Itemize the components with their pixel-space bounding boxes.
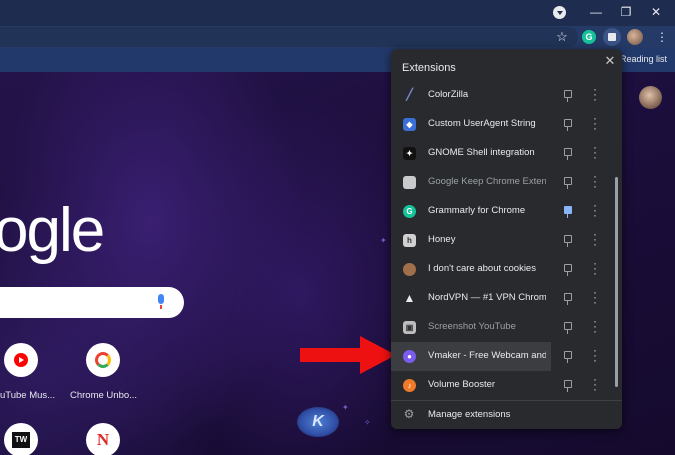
gnome-icon: ✦ xyxy=(403,147,416,160)
extension-item-vmaker[interactable]: ● Vmaker - Free Webcam and... xyxy=(391,342,551,371)
tw-icon: TW xyxy=(12,432,30,448)
decorative-star: ✧ xyxy=(364,418,371,427)
pin-icon[interactable] xyxy=(562,147,572,160)
pin-icon[interactable] xyxy=(562,350,572,363)
pin-icon[interactable] xyxy=(562,176,572,189)
extension-item-colorzilla[interactable]: ╱ ColorZilla · · · xyxy=(391,81,613,110)
red-arrow-annotation xyxy=(300,336,396,374)
decorative-star: ✦ xyxy=(380,236,387,245)
nordvpn-icon: ▲ xyxy=(403,291,416,305)
manage-extensions-button[interactable]: ⚙ Manage extensions xyxy=(391,401,622,429)
extension-item-google-keep[interactable]: Google Keep Chrome Exten... · · · xyxy=(391,168,613,197)
extension-name: I don't care about cookies xyxy=(428,263,536,274)
address-bar[interactable] xyxy=(0,27,578,47)
more-options-icon[interactable]: · · · xyxy=(591,257,599,279)
pin-icon[interactable] xyxy=(562,292,572,305)
extension-name: ColorZilla xyxy=(428,89,469,100)
extension-name: Screenshot YouTube xyxy=(428,321,516,332)
more-options-icon[interactable]: · · · xyxy=(591,83,599,105)
pin-icon[interactable] xyxy=(562,205,572,218)
screenshot-icon: ▣ xyxy=(403,321,416,334)
extension-name: GNOME Shell integration xyxy=(428,147,535,158)
extension-name: NordVPN — #1 VPN Chrom... xyxy=(428,292,546,303)
reading-list-button[interactable]: Reading list xyxy=(620,54,667,64)
google-keep-icon xyxy=(403,176,416,189)
shortcut-news[interactable]: N xyxy=(86,423,120,455)
google-logo: ogle xyxy=(0,196,105,265)
pin-icon[interactable] xyxy=(562,321,572,334)
extension-item-grammarly[interactable]: G Grammarly for Chrome · · · xyxy=(391,197,613,226)
extension-name: Honey xyxy=(428,234,456,245)
scrollbar[interactable] xyxy=(615,177,618,387)
extension-item-vmaker-actions: · · · xyxy=(551,342,613,371)
pin-icon[interactable] xyxy=(562,234,572,247)
restore-button[interactable]: ❐ xyxy=(610,0,642,24)
wallpaper-emblem: K xyxy=(297,407,339,437)
chrome-icon xyxy=(95,352,111,368)
extension-item-nordvpn[interactable]: ▲ NordVPN — #1 VPN Chrom... · · · xyxy=(391,284,613,313)
grammarly-icon: G xyxy=(403,205,416,218)
extension-name: Grammarly for Chrome xyxy=(428,205,526,216)
extensions-title: Extensions xyxy=(402,62,456,74)
extensions-puzzle-icon[interactable] xyxy=(603,28,621,46)
extension-item-cookies[interactable]: I don't care about cookies · · · xyxy=(391,255,613,284)
shortcut-youtube-music[interactable] xyxy=(4,343,38,377)
extensions-popup: Extensions ✕ ╱ ColorZilla · · · ◆ Custom U… xyxy=(391,49,622,429)
honey-icon: h xyxy=(403,234,416,247)
volume-booster-icon: ♪ xyxy=(403,379,416,392)
more-options-icon[interactable]: · · · xyxy=(591,373,599,395)
more-options-icon[interactable]: · · · xyxy=(591,228,599,250)
extension-name: Custom UserAgent String xyxy=(428,118,536,129)
shortcut-tw[interactable]: TW xyxy=(4,423,38,455)
ntp-profile-avatar[interactable] xyxy=(639,86,662,109)
extension-item-gnome-shell[interactable]: ✦ GNOME Shell integration · · · xyxy=(391,139,613,168)
close-icon[interactable]: ✕ xyxy=(603,53,617,69)
grammarly-toolbar-icon[interactable]: G xyxy=(582,30,596,44)
extension-item-honey[interactable]: h Honey · · · xyxy=(391,226,613,255)
youtube-music-icon xyxy=(14,353,28,367)
voice-search-mic-icon[interactable] xyxy=(157,294,165,310)
colorzilla-icon: ╱ xyxy=(406,89,413,101)
decorative-star: ✦ xyxy=(342,403,349,412)
vmaker-icon: ● xyxy=(403,350,416,363)
pin-icon[interactable] xyxy=(562,89,572,102)
more-options-icon[interactable]: · · · xyxy=(591,170,599,192)
minimize-button[interactable]: — xyxy=(580,0,612,24)
extension-name: Volume Booster xyxy=(428,379,496,390)
news-icon: N xyxy=(96,430,110,449)
shortcut-label: uTube Mus... xyxy=(0,390,56,401)
extension-name: Vmaker - Free Webcam and... xyxy=(428,350,546,361)
profile-avatar[interactable] xyxy=(627,29,643,45)
cookie-icon xyxy=(403,263,416,276)
extension-item-custom-useragent[interactable]: ◆ Custom UserAgent String · · · xyxy=(391,110,613,139)
profile-indicator-icon[interactable] xyxy=(553,6,566,19)
extension-name: Google Keep Chrome Exten... xyxy=(428,176,546,187)
more-options-icon[interactable]: · · · xyxy=(591,199,599,221)
useragent-icon: ◆ xyxy=(403,118,416,131)
chrome-menu-icon[interactable]: ⋮ xyxy=(656,30,668,44)
more-options-icon[interactable]: · · · xyxy=(591,315,599,337)
window-title-bar xyxy=(0,0,675,26)
manage-extensions-label: Manage extensions xyxy=(428,409,511,420)
bookmark-star-icon[interactable]: ☆ xyxy=(552,27,572,47)
more-options-icon[interactable]: · · · xyxy=(591,344,599,366)
more-options-icon[interactable]: · · · xyxy=(591,286,599,308)
shortcut-chrome-unboxed[interactable] xyxy=(86,343,120,377)
pin-icon[interactable] xyxy=(562,118,572,131)
pin-icon[interactable] xyxy=(562,379,572,392)
pin-icon[interactable] xyxy=(562,263,572,276)
close-window-button[interactable]: ✕ xyxy=(640,0,672,24)
extension-item-volume-booster[interactable]: ♪ Volume Booster · · · xyxy=(391,371,613,400)
shortcut-label: Chrome Unbo... xyxy=(70,390,138,401)
browser-toolbar xyxy=(0,26,675,48)
more-options-icon[interactable]: · · · xyxy=(591,112,599,134)
gear-icon: ⚙ xyxy=(403,407,415,421)
extension-item-screenshot-youtube[interactable]: ▣ Screenshot YouTube · · · xyxy=(391,313,613,342)
more-options-icon[interactable]: · · · xyxy=(591,141,599,163)
